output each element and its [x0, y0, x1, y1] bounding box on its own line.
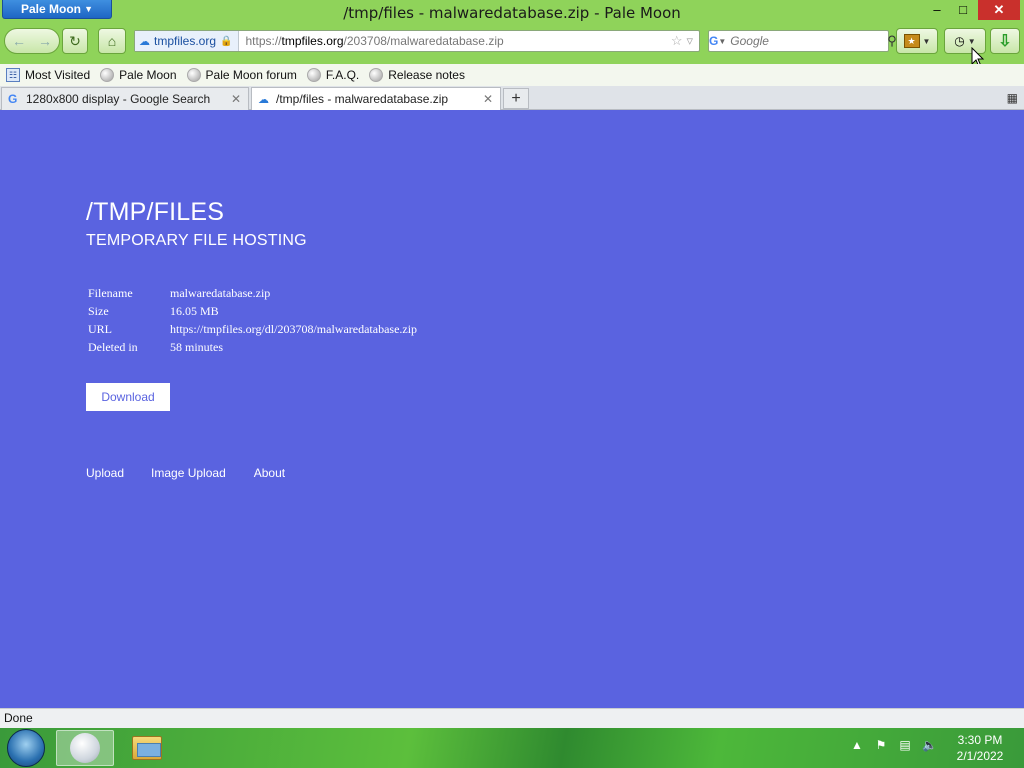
back-icon[interactable]: ←: [6, 33, 32, 49]
search-input[interactable]: [726, 34, 888, 48]
page-content: /TMP/FILES TEMPORARY FILE HOSTING Filena…: [0, 110, 1024, 708]
search-bar[interactable]: G ▼ ⚲: [708, 30, 897, 52]
site-identity-button[interactable]: ☁ tmpfiles.org 🔒: [135, 31, 240, 51]
google-icon: G: [8, 92, 18, 106]
dropdown-arrow-icon[interactable]: ▿: [686, 33, 693, 49]
table-row: Filename malwaredatabase.zip: [88, 284, 417, 302]
info-key: Filename: [88, 285, 133, 300]
network-icon[interactable]: ▤: [898, 738, 912, 752]
bookmark-most-visited[interactable]: ☷ Most Visited: [4, 68, 92, 82]
info-key: URL: [88, 321, 112, 336]
url-host: tmpfiles.org: [281, 34, 344, 48]
clock-date: 2/1/2022: [956, 749, 1004, 763]
system-tray: ▲ ⚑ ▤ 🔈: [850, 738, 937, 752]
bookmark-release-notes[interactable]: Release notes: [367, 68, 467, 82]
bookmarks-icon: ★: [903, 34, 920, 48]
back-forward-group: ← →: [4, 28, 60, 54]
globe-icon: [186, 68, 201, 82]
file-info-table: Filename malwaredatabase.zip Size 16.05 …: [88, 284, 417, 356]
reload-icon[interactable]: ↻: [62, 28, 88, 54]
tab-groups-icon[interactable]: ▦: [1007, 91, 1018, 105]
url-prefix: https://: [245, 34, 282, 48]
close-button[interactable]: ✕: [978, 0, 1020, 20]
bookmark-label: Release notes: [388, 68, 465, 82]
table-row: Deleted in 58 minutes: [88, 338, 417, 356]
navigation-toolbar: ← → ↻ ⌂ ☁ tmpfiles.org 🔒 https://tmpfile…: [0, 28, 1024, 56]
table-row: URL https://tmpfiles.org/dl/203708/malwa…: [88, 320, 417, 338]
chevron-down-icon[interactable]: ▼: [718, 37, 726, 46]
tab-strip: G 1280x800 display - Google Search ✕ ☁ /…: [0, 86, 1024, 110]
bookmark-label: Pale Moon: [119, 68, 177, 82]
globe-icon: [100, 68, 115, 82]
download-icon[interactable]: ⇩: [990, 28, 1020, 54]
star-icon[interactable]: ☆: [671, 33, 683, 49]
close-icon[interactable]: ✕: [482, 92, 494, 106]
info-key: Deleted in: [88, 339, 138, 354]
taskbar-file-explorer[interactable]: [118, 730, 176, 766]
status-text: Done: [4, 711, 33, 725]
start-button[interactable]: [7, 729, 45, 767]
bookmarks-toolbar: ☷ Most Visited Pale Moon Pale Moon forum…: [0, 64, 1024, 86]
upload-link[interactable]: Upload: [86, 466, 124, 480]
volume-muted-icon[interactable]: 🔈: [922, 738, 937, 752]
clock-time: 3:30 PM: [957, 733, 1003, 747]
forward-icon[interactable]: →: [32, 33, 58, 49]
clock-icon: ◷: [954, 34, 965, 48]
site-subtitle: TEMPORARY FILE HOSTING: [86, 232, 307, 249]
close-icon[interactable]: ✕: [230, 92, 242, 106]
url-path: /203708/malwaredatabase.zip: [343, 34, 504, 48]
globe-icon: [369, 68, 384, 82]
google-icon[interactable]: G: [709, 34, 718, 48]
status-bar: Done: [0, 708, 1024, 728]
url-input[interactable]: https://tmpfiles.org/203708/malwaredatab…: [239, 34, 670, 48]
bookmark-label: F.A.Q.: [325, 68, 360, 82]
bookmark-pale-moon[interactable]: Pale Moon: [98, 68, 178, 82]
info-value: 58 minutes: [170, 339, 223, 354]
info-value: malwaredatabase.zip: [170, 285, 271, 300]
system-clock[interactable]: 3:30 PM 2/1/2022: [950, 732, 1010, 764]
identity-label: tmpfiles.org: [154, 34, 217, 48]
lock-icon: 🔒: [220, 35, 233, 47]
chevron-down-icon: ▼: [967, 36, 976, 46]
action-center-flag-icon[interactable]: ⚑: [874, 738, 888, 752]
info-value: https://tmpfiles.org/dl/203708/malwareda…: [170, 321, 418, 336]
minimize-button[interactable]: –: [926, 0, 948, 20]
chevron-down-icon: ▼: [922, 36, 931, 46]
bookmark-faq[interactable]: F.A.Q.: [305, 68, 361, 82]
table-row: Size 16.05 MB: [88, 302, 417, 320]
bookmark-label: Most Visited: [25, 68, 91, 82]
window-title: /tmp/files - malwaredatabase.zip - Pale …: [343, 4, 681, 22]
info-key: Size: [88, 303, 109, 318]
title-bar: Pale Moon ▼ /tmp/files - malwaredatabase…: [0, 0, 1024, 26]
site-title: /TMP/FILES: [86, 198, 225, 226]
info-value: 16.05 MB: [170, 303, 219, 318]
globe-icon: [306, 68, 321, 82]
taskbar-pale-moon[interactable]: [56, 730, 114, 766]
image-upload-link[interactable]: Image Upload: [151, 466, 226, 480]
tab-tmpfiles[interactable]: ☁ /tmp/files - malwaredatabase.zip ✕: [251, 87, 501, 110]
bookmarks-button[interactable]: ★ ▼: [896, 28, 938, 54]
tab-label: /tmp/files - malwaredatabase.zip: [276, 92, 449, 106]
about-link[interactable]: About: [254, 466, 285, 480]
home-icon[interactable]: ⌂: [98, 28, 126, 54]
tab-google-search[interactable]: G 1280x800 display - Google Search ✕: [1, 87, 249, 110]
show-hidden-icons-icon[interactable]: ▲: [850, 738, 864, 752]
bookmark-label: Pale Moon forum: [205, 68, 297, 82]
most-visited-icon: ☷: [6, 68, 20, 82]
download-button[interactable]: Download: [86, 383, 170, 411]
bookmark-pale-moon-forum[interactable]: Pale Moon forum: [185, 68, 299, 82]
new-tab-button[interactable]: +: [503, 88, 529, 109]
folder-icon: [132, 736, 162, 760]
footer-nav: Upload Image Upload About: [86, 466, 285, 480]
tab-label: 1280x800 display - Google Search: [26, 92, 211, 106]
cloud-icon: ☁: [139, 35, 150, 48]
url-bar[interactable]: ☁ tmpfiles.org 🔒 https://tmpfiles.org/20…: [134, 30, 700, 52]
maximize-button[interactable]: □: [952, 0, 974, 20]
pale-moon-icon: [70, 733, 100, 763]
taskbar: ▲ ⚑ ▤ 🔈 3:30 PM 2/1/2022: [0, 728, 1024, 768]
cloud-icon: ☁: [258, 93, 269, 106]
